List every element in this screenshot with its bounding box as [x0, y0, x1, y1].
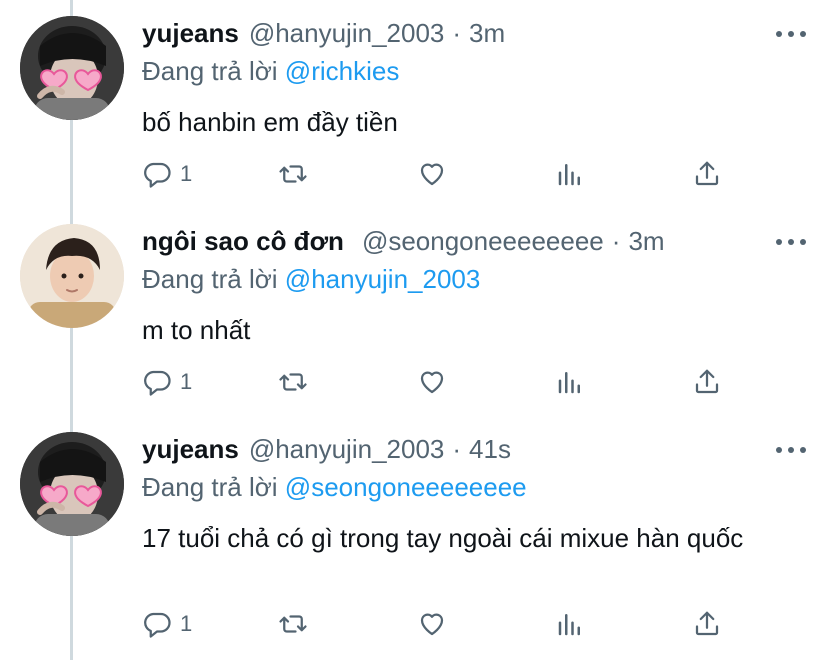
user-handle[interactable]: @hanyujin_2003 [249, 18, 445, 49]
heart-icon [420, 163, 444, 186]
tweet-header: yujeans @hanyujin_2003 · 41s [142, 432, 511, 466]
heart-icon [420, 371, 444, 394]
avatar-heart-glasses-image [20, 432, 124, 536]
replying-to: Đang trả lời @richkies [142, 56, 399, 87]
views-icon [558, 614, 580, 636]
replying-to: Đang trả lời @hanyujin_2003 [142, 264, 480, 295]
views-button[interactable] [555, 362, 585, 402]
action-bar: 1 [142, 154, 742, 194]
replying-to-label: Đang trả lời [142, 264, 278, 294]
timestamp[interactable]: 3m [469, 18, 505, 49]
replying-to: Đang trả lời @seongoneeeeeeee [142, 472, 527, 503]
action-bar: 1 [142, 604, 742, 644]
reply-button[interactable]: 1 [142, 604, 192, 644]
more-icon[interactable] [776, 438, 806, 462]
more-icon[interactable] [776, 230, 806, 254]
separator-dot: · [611, 225, 621, 256]
replying-to-label: Đang trả lời [142, 472, 278, 502]
tweet-text: bố hanbin em đầy tiền [142, 107, 398, 137]
views-button[interactable] [555, 154, 585, 194]
reply-icon [144, 370, 171, 396]
tweet-text: m to nhất [142, 315, 251, 345]
separator-dot: · [452, 433, 462, 464]
reply-count: 1 [180, 611, 193, 636]
action-bar: 1 [142, 362, 742, 402]
reply-button[interactable]: 1 [142, 362, 192, 402]
separator-dot: · [452, 17, 462, 48]
mention-link[interactable]: @seongoneeeeeeee [285, 472, 527, 502]
avatar[interactable] [20, 16, 124, 120]
timestamp[interactable]: 3m [628, 226, 664, 257]
views-icon [558, 164, 580, 186]
avatar-portrait-image [20, 224, 124, 328]
more-icon[interactable] [776, 22, 806, 46]
share-icon [695, 161, 719, 186]
user-handle[interactable]: @seongoneeeeeeee [362, 226, 604, 257]
avatar[interactable] [20, 432, 124, 536]
like-button[interactable] [417, 362, 447, 402]
tweet-header: ngôi sao cô đơn @seongoneeeeeeee · 3m [142, 224, 665, 258]
retweet-button[interactable] [278, 154, 308, 194]
share-icon [695, 611, 719, 636]
replying-to-label: Đang trả lời [142, 56, 278, 86]
reply-button[interactable]: 1 [142, 154, 192, 194]
like-button[interactable] [417, 154, 447, 194]
avatar-heart-glasses-image [20, 16, 124, 120]
reply-count: 1 [180, 161, 193, 186]
retweet-icon [279, 165, 307, 183]
retweet-button[interactable] [278, 604, 308, 644]
share-button[interactable] [692, 154, 722, 194]
tweet-header: yujeans @hanyujin_2003 · 3m [142, 16, 505, 50]
views-button[interactable] [555, 604, 585, 644]
share-button[interactable] [692, 604, 722, 644]
mention-link[interactable]: @hanyujin_2003 [285, 264, 481, 294]
share-icon [695, 369, 719, 394]
like-button[interactable] [417, 604, 447, 644]
reply-count: 1 [180, 369, 193, 394]
retweet-icon [279, 615, 307, 633]
heart-icon [420, 613, 444, 636]
tweet[interactable]: ngôi sao cô đơn @seongoneeeeeeee · 3m Đa… [0, 224, 828, 414]
reply-icon [144, 612, 171, 638]
display-name[interactable]: yujeans [142, 434, 239, 465]
user-handle[interactable]: @hanyujin_2003 [249, 434, 445, 465]
tweet[interactable]: yujeans @hanyujin_2003 · 41s Đang trả lờ… [0, 432, 828, 654]
tweet[interactable]: yujeans @hanyujin_2003 · 3m Đang trả lời… [0, 16, 828, 206]
tweet-text: 17 tuổi chả có gì trong tay ngoài cái mi… [142, 523, 744, 553]
retweet-button[interactable] [278, 362, 308, 402]
avatar[interactable] [20, 224, 124, 328]
reply-icon [144, 162, 171, 188]
retweet-icon [279, 373, 307, 391]
views-icon [558, 372, 580, 394]
share-button[interactable] [692, 362, 722, 402]
mention-link[interactable]: @richkies [285, 56, 400, 86]
display-name[interactable]: ngôi sao cô đơn [142, 226, 344, 257]
timestamp[interactable]: 41s [469, 434, 511, 465]
display-name[interactable]: yujeans [142, 18, 239, 49]
